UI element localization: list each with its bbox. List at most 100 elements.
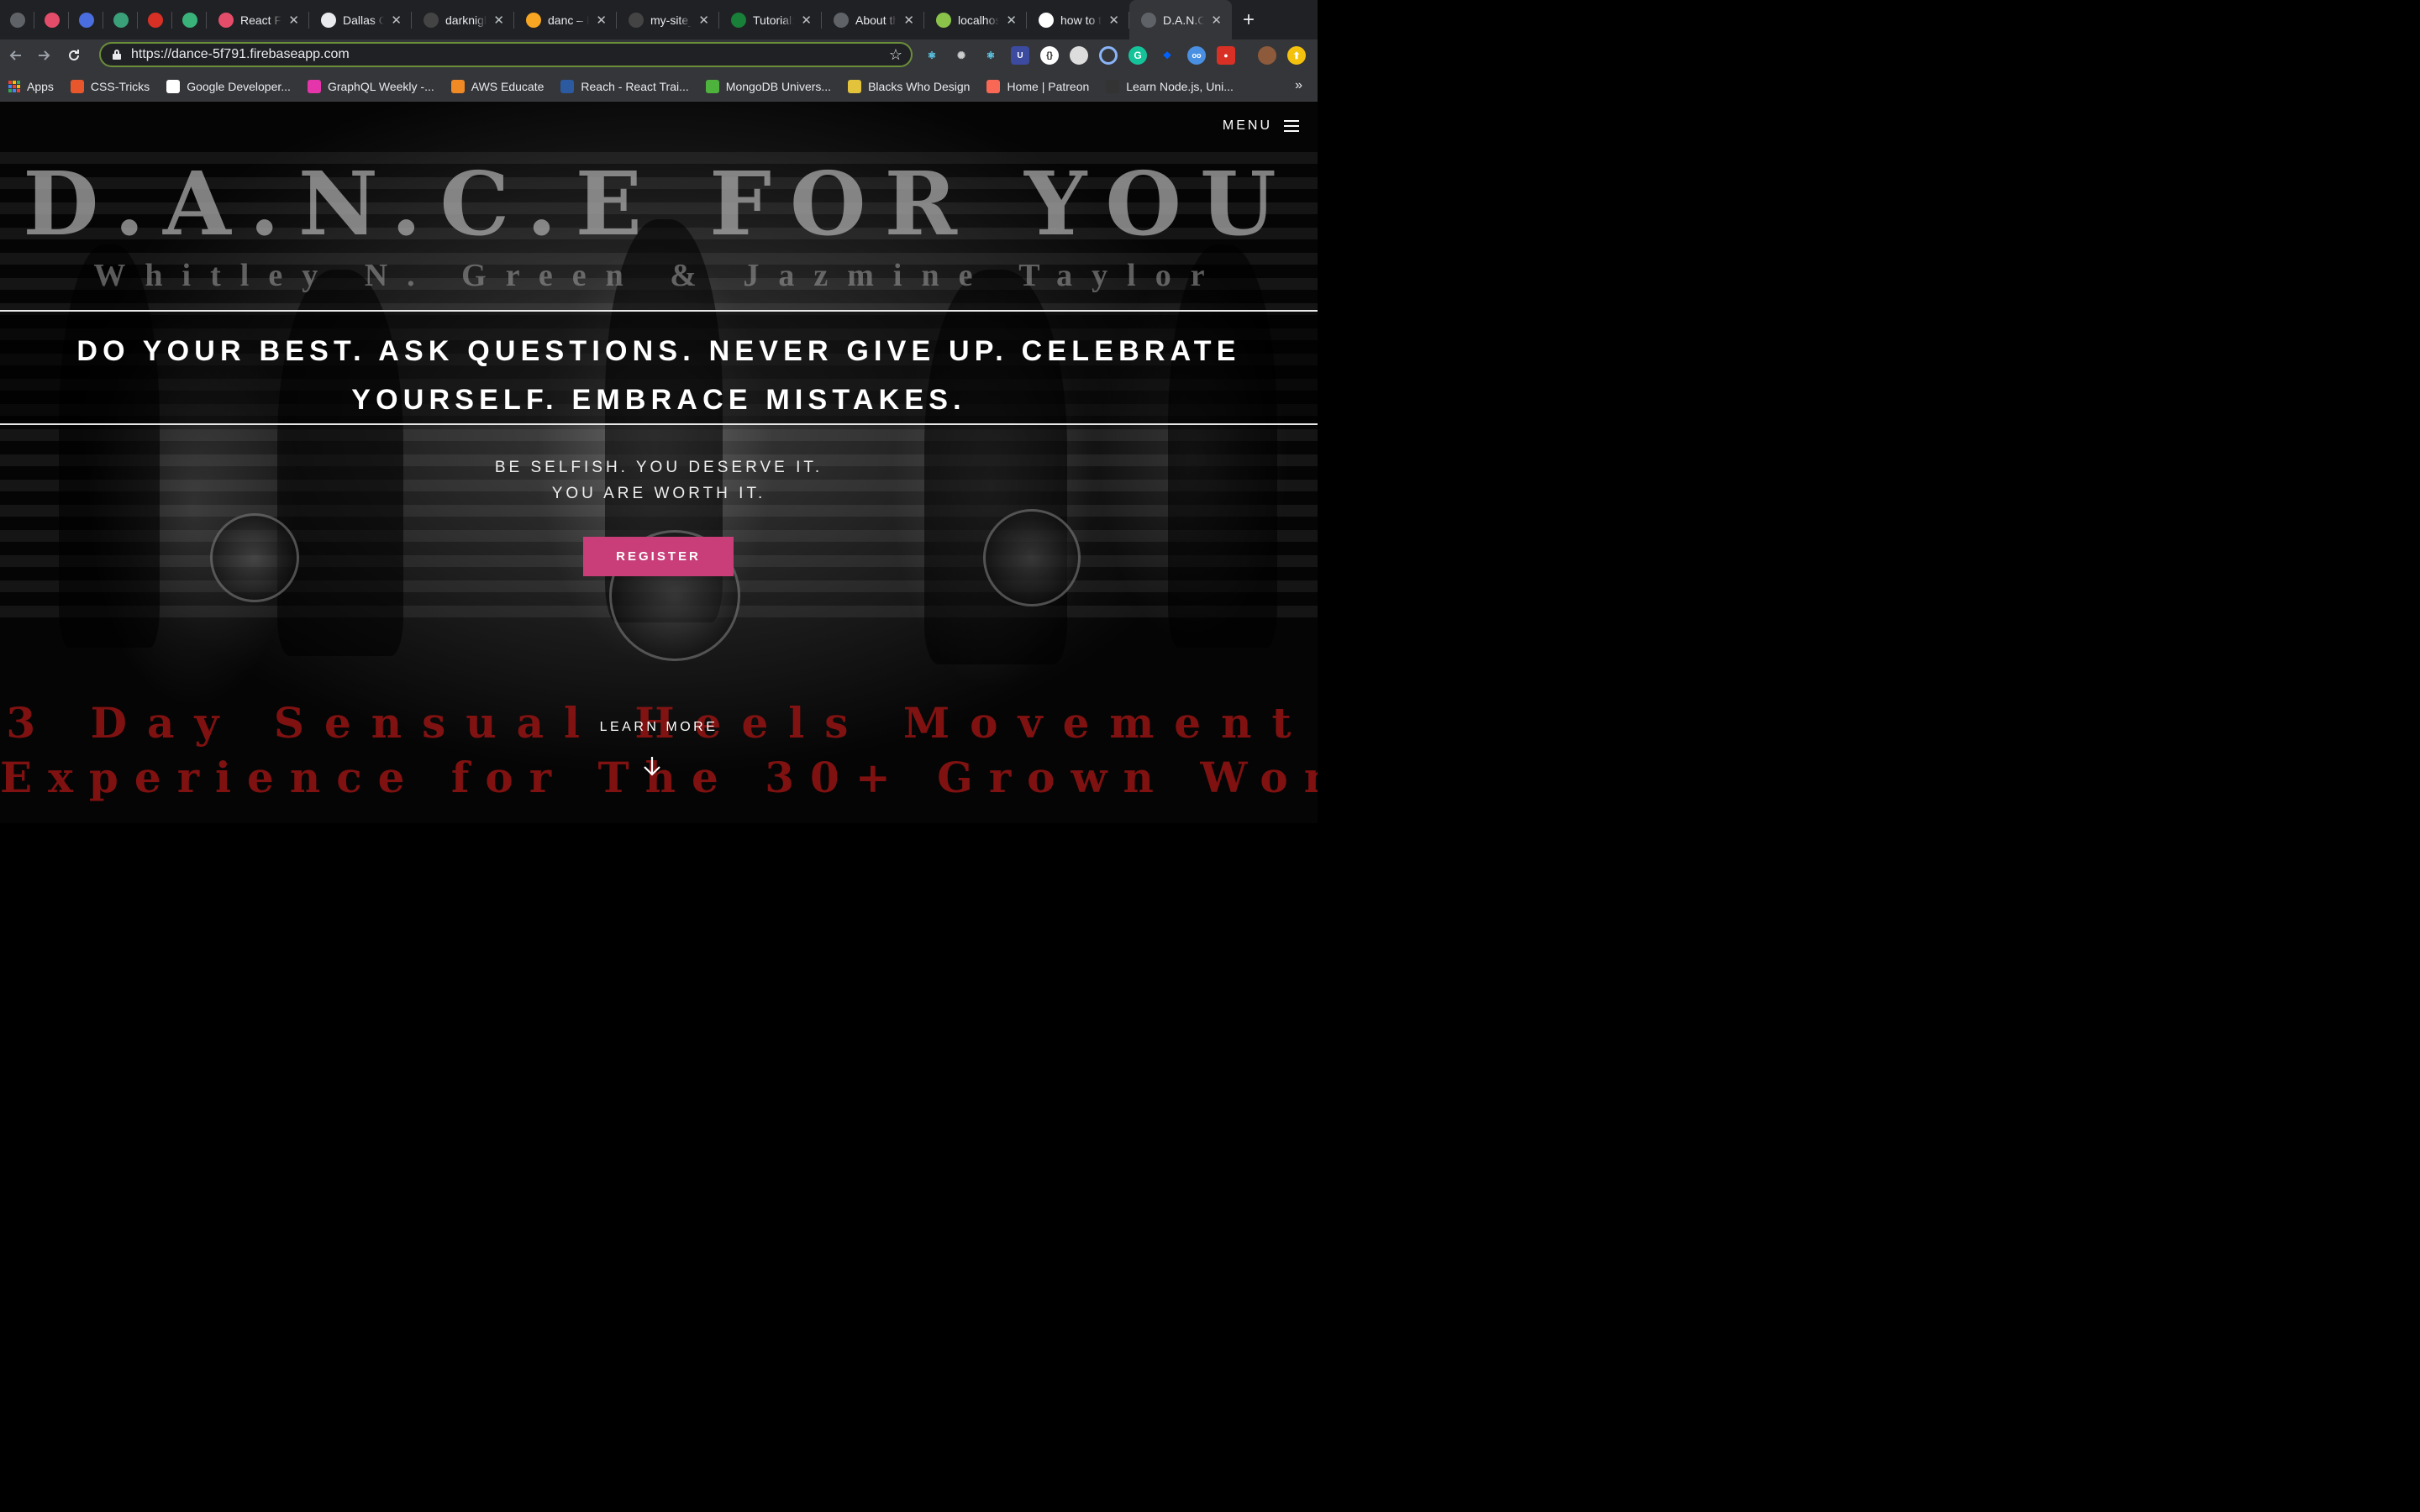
menu-label: MENU [1222, 118, 1272, 133]
quote-line: DO YOUR BEST. ASK QUESTIONS. NEVER GIVE … [76, 335, 1241, 367]
record-stop-icon[interactable]: ● [1217, 46, 1235, 65]
fan-prop [210, 513, 299, 602]
tab-close-icon[interactable]: ✕ [288, 13, 299, 28]
browser-tab[interactable] [172, 0, 207, 39]
bookmark-label: Apps [27, 79, 54, 93]
bookmark-item[interactable]: Apps [0, 80, 62, 93]
bookmark-label: Google Developer... [187, 79, 291, 93]
bolt-icon [147, 12, 163, 28]
bookmark-item[interactable]: Reach - React Trai... [552, 79, 697, 93]
forward-button[interactable] [29, 39, 59, 71]
react-devtools-icon[interactable]: ⚛ [923, 46, 941, 65]
tab-title: how to t [1060, 13, 1102, 27]
learn-more-link[interactable]: LEARN MORE [0, 720, 1318, 735]
url-text[interactable]: https://dance-5f791.firebaseapp.com [131, 47, 889, 62]
address-bar[interactable]: https://dance-5f791.firebaseapp.com ☆ [99, 42, 913, 67]
bookmarks-overflow-icon[interactable]: » [1295, 78, 1302, 93]
browser-tab[interactable]: darknigh ✕ [412, 0, 514, 39]
apps-grid-icon [8, 80, 20, 92]
browser-tab[interactable]: Dallas C ✕ [309, 0, 412, 39]
register-button[interactable]: REGISTER [583, 537, 734, 576]
dropbox-icon[interactable]: ❖ [1158, 46, 1176, 65]
browser-tab[interactable]: my-site_ ✕ [617, 0, 719, 39]
bookmark-item[interactable]: Home | Patreon [978, 79, 1097, 93]
update-icon[interactable]: ⬆ [1287, 46, 1306, 65]
lock-icon [113, 50, 121, 60]
react-icon[interactable]: ⚛ [981, 46, 1000, 65]
bookmark-label: Home | Patreon [1007, 79, 1090, 93]
bookmark-label: CSS-Tricks [90, 79, 150, 93]
back-button[interactable] [0, 39, 29, 71]
browser-tab[interactable]: Tutorial: ✕ [719, 0, 822, 39]
bookmark-item[interactable]: GraphQL Weekly -... [299, 79, 443, 93]
bookmark-item[interactable]: MongoDB Univers... [697, 79, 839, 93]
leaf-icon [936, 12, 951, 28]
tab-title: danc – F [548, 13, 590, 27]
extension-gear-icon[interactable]: ✺ [952, 46, 971, 65]
tab-close-icon[interactable]: ✕ [1006, 13, 1017, 28]
s-icon [182, 12, 197, 28]
record-extension-icon[interactable] [1070, 46, 1088, 65]
quote-banner: DO YOUR BEST. ASK QUESTIONS. NEVER GIVE … [0, 310, 1318, 425]
globe-icon [9, 12, 25, 28]
extensions-area: ⚛ ✺ ⚛ U {} G ❖ oo ● ⬆ [923, 39, 1306, 71]
google-icon [1039, 12, 1054, 28]
brand-subtitle: Whitley N. Green & Jazmine Taylor [93, 258, 1224, 293]
tab-close-icon[interactable]: ✕ [1108, 13, 1119, 28]
brand-title: D.A.N.C.E FOR YOU [23, 152, 1295, 255]
tab-close-icon[interactable]: ✕ [1211, 13, 1222, 28]
reload-icon [68, 50, 79, 60]
tagline-line: YOU ARE WORTH IT. [551, 485, 766, 502]
ring-extension-icon[interactable] [1099, 46, 1118, 65]
json-extension-icon[interactable]: {} [1040, 46, 1059, 65]
tab-close-icon[interactable]: ✕ [801, 13, 812, 28]
bookmark-label: Reach - React Trai... [581, 79, 689, 93]
browser-tab[interactable] [69, 0, 103, 39]
bookmark-label: GraphQL Weekly -... [327, 79, 434, 93]
profile-avatar[interactable] [1258, 46, 1276, 65]
grammarly-icon[interactable]: G [1128, 46, 1147, 65]
browser-tab[interactable]: About th ✕ [822, 0, 924, 39]
tab-title: darknigh [445, 13, 487, 27]
tab-close-icon[interactable]: ✕ [596, 13, 607, 28]
c-icon [78, 12, 94, 28]
tab-close-icon[interactable]: ✕ [698, 13, 709, 28]
browser-tab[interactable]: React Fu ✕ [207, 0, 309, 39]
bookmark-label: AWS Educate [471, 79, 544, 93]
github-icon [629, 12, 644, 28]
arrow-right-icon [38, 50, 50, 60]
bookmark-item[interactable]: AWS Educate [443, 79, 553, 93]
browser-tab[interactable]: danc – F ✕ [514, 0, 617, 39]
menu-button[interactable]: MENU [1223, 118, 1299, 134]
new-tab-button[interactable]: + [1232, 0, 1265, 39]
arrow-left-icon [9, 50, 21, 60]
browser-tab[interactable] [103, 0, 138, 39]
bookmark-label: MongoDB Univers... [725, 79, 832, 93]
bookmark-item[interactable]: Blacks Who Design [839, 79, 978, 93]
tab-close-icon[interactable]: ✕ [391, 13, 402, 28]
bookmark-item[interactable]: Learn Node.js, Uni... [1097, 79, 1242, 93]
quote-line: YOURSELF. EMBRACE MISTAKES. [351, 384, 966, 416]
browser-tab[interactable] [34, 0, 69, 39]
tab-close-icon[interactable]: ✕ [493, 13, 504, 28]
tab-close-icon[interactable]: ✕ [903, 13, 914, 28]
dancer-silhouette [1168, 244, 1277, 648]
glasses-extension-icon[interactable]: oo [1187, 46, 1206, 65]
browser-tab[interactable]: D.A.N.C ✕ [1129, 0, 1232, 39]
bookmarks-bar: Apps CSS-Tricks Google Developer... GraphQL… [0, 71, 1318, 102]
vue-extension-icon[interactable]: U [1011, 46, 1029, 65]
tab-title: localhos [958, 13, 1000, 27]
tab-title: Tutorial: [753, 13, 795, 27]
browser-tab[interactable]: localhos ✕ [924, 0, 1027, 39]
reload-button[interactable] [59, 39, 88, 71]
tab-title: React Fu [240, 13, 282, 27]
bookmark-star-icon[interactable]: ☆ [889, 46, 902, 64]
bookmark-item[interactable]: CSS-Tricks [62, 79, 158, 93]
tab-title: Dallas C [343, 13, 385, 27]
arrow-down-icon[interactable] [642, 755, 662, 777]
browser-tab[interactable]: how to t ✕ [1027, 0, 1129, 39]
browser-tab[interactable] [138, 0, 172, 39]
play-icon [44, 12, 60, 28]
bookmark-item[interactable]: Google Developer... [158, 79, 299, 93]
browser-tab[interactable] [0, 0, 34, 39]
